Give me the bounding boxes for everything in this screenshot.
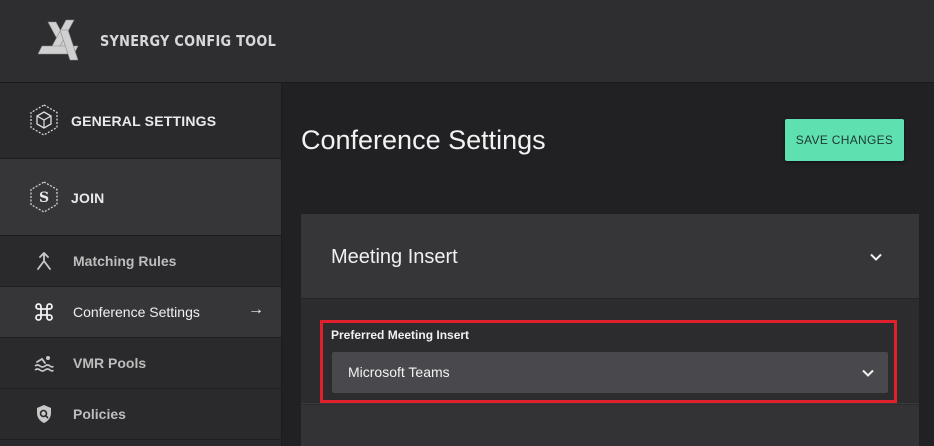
sidebar-item-vmr-pools[interactable]: VMR Pools (0, 338, 281, 389)
selected-value: Microsoft Teams (348, 364, 450, 380)
synergy-logo-icon (38, 19, 79, 61)
sidebar-item-matching-rules[interactable]: Matching Rules (0, 236, 281, 287)
sidebar-item-label: Policies (73, 406, 126, 422)
panel-header[interactable]: Meeting Insert (301, 214, 919, 299)
command-key-icon (35, 303, 53, 321)
hexagon-cube-icon (30, 104, 58, 136)
chevron-down-icon (862, 369, 874, 377)
swimmer-icon (34, 356, 54, 372)
sidebar-item-label: Matching Rules (73, 253, 177, 269)
sidebar-item-label: VMR Pools (73, 355, 147, 371)
save-changes-button[interactable]: SAVE CHANGES (785, 119, 904, 161)
preferred-meeting-insert-label: Preferred Meeting Insert (331, 328, 470, 342)
hexagon-s-icon: S (30, 181, 58, 213)
chevron-down-icon[interactable] (867, 248, 885, 266)
page-title: Conference Settings (301, 125, 546, 155)
active-arrow-icon: → (248, 301, 264, 318)
preferred-meeting-insert-select[interactable]: Microsoft Teams (332, 352, 888, 393)
app-title: SYNERGY CONFIG TOOL (100, 32, 277, 50)
svg-text:S: S (39, 190, 49, 206)
sidebar-section-label: GENERAL SETTINGS (71, 113, 217, 129)
sidebar-section-general-settings[interactable]: GENERAL SETTINGS (0, 83, 281, 159)
meeting-insert-panel: Meeting Insert Preferred Meeting Insert … (301, 214, 919, 446)
sidebar-item-conference-settings[interactable]: Conference Settings → (0, 287, 281, 338)
sidebar-section-join[interactable]: S JOIN (0, 159, 281, 236)
sidebar-section-label: JOIN (71, 190, 105, 206)
panel-title: Meeting Insert (331, 246, 458, 268)
sidebar-item-policies[interactable]: Policies (0, 389, 281, 440)
panel-body: Preferred Meeting Insert Microsoft Teams (301, 299, 919, 404)
merge-arrow-icon (37, 252, 51, 270)
main-content: Conference Settings SAVE CHANGES Meeting… (283, 83, 934, 446)
sidebar: GENERAL SETTINGS S JOIN Matching Rules C… (0, 83, 282, 446)
top-bar: SYNERGY CONFIG TOOL (0, 0, 934, 83)
shield-search-icon (37, 405, 51, 423)
sidebar-item-label: Conference Settings (73, 304, 200, 320)
panel-next-section (301, 405, 919, 446)
